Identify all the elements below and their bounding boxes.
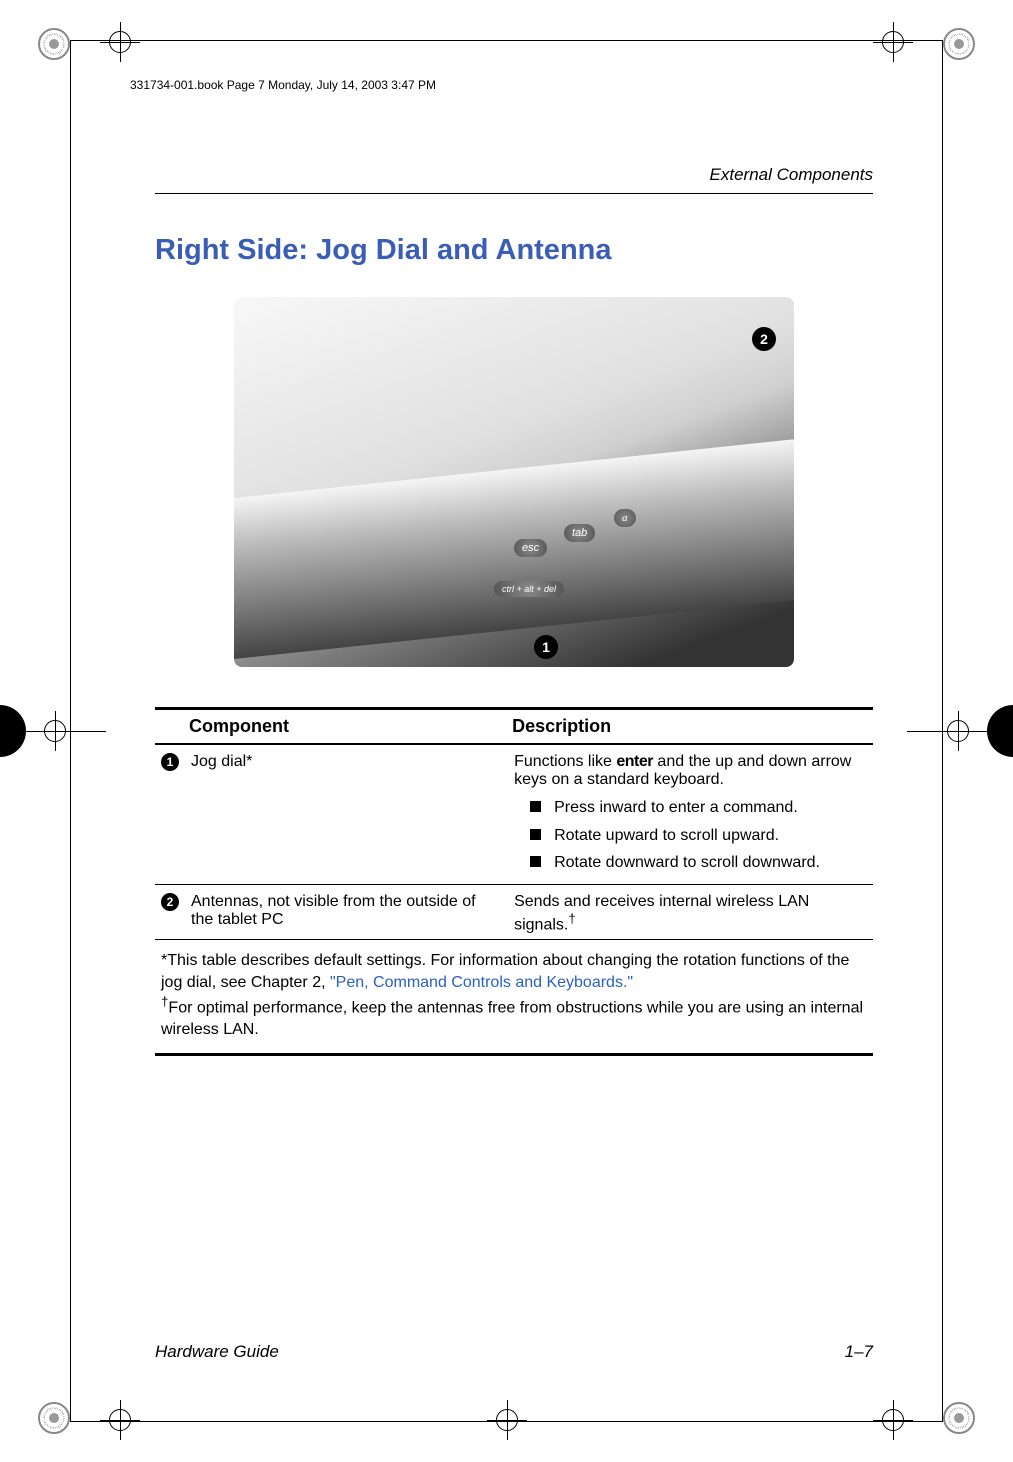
section-title: Right Side: Jog Dial and Antenna: [155, 234, 873, 267]
desc-text: Functions like: [514, 753, 616, 770]
footnote-2-text: For optimal performance, keep the antenn…: [161, 1000, 863, 1039]
dagger-mark: †: [568, 911, 575, 926]
list-item: Press inward to enter a command.: [514, 797, 867, 819]
table-row: 1 Jog dial* Functions like enter and the…: [155, 744, 873, 884]
footer-page-number: 1–7: [845, 1342, 873, 1362]
figure-label-a: a: [614, 509, 636, 527]
cross-reference-link[interactable]: "Pen, Command Controls and Keyboards.": [330, 974, 633, 991]
registration-target-icon: [38, 28, 70, 60]
running-head: External Components: [155, 165, 873, 194]
table-header-row: Component Description: [155, 709, 873, 745]
registration-target-icon: [943, 28, 975, 60]
list-item: Rotate upward to scroll upward.: [514, 825, 867, 847]
crosshair-icon: [35, 711, 75, 751]
page-footer: Hardware Guide 1–7: [155, 1342, 873, 1362]
enter-key-bold: enter: [616, 753, 653, 770]
registration-target-icon: [943, 1402, 975, 1434]
component-table: Component Description 1 Jog dial* Functi…: [155, 707, 873, 1056]
book-header-text: 331734-001.book Page 7 Monday, July 14, …: [130, 78, 436, 92]
row-badge-2: 2: [161, 893, 179, 911]
registration-target-icon: [38, 1402, 70, 1434]
description-antennas: Sends and receives internal wireless LAN…: [508, 885, 873, 939]
desc-text: Sends and receives internal wireless LAN…: [514, 893, 809, 933]
list-item: Rotate downward to scroll downward.: [514, 852, 867, 874]
crosshair-icon: [938, 711, 978, 751]
table-end-rule: [155, 1045, 873, 1055]
table-row: 2 Antennas, not visible from the outside…: [155, 885, 873, 939]
description-jog-dial: Functions like enter and the up and down…: [508, 744, 873, 884]
callout-badge-2: 2: [752, 327, 776, 351]
header-description: Description: [508, 709, 873, 745]
component-jog-dial: Jog dial*: [185, 744, 508, 884]
row-badge-1: 1: [161, 753, 179, 771]
figure-label-ctrl-alt-del: ctrl + alt + del: [494, 581, 564, 597]
footer-left: Hardware Guide: [155, 1342, 279, 1362]
side-crop-mark-right: [987, 705, 1013, 757]
footnote-row: *This table describes default settings. …: [155, 940, 873, 1045]
callout-badge-1: 1: [534, 635, 558, 659]
header-component: Component: [185, 709, 508, 745]
product-figure: esc tab a ctrl + alt + del 1 2: [234, 297, 794, 667]
figure-label-esc: esc: [514, 539, 547, 557]
figure-label-tab: tab: [564, 524, 595, 542]
page-content: External Components Right Side: Jog Dial…: [155, 165, 873, 1056]
component-antennas: Antennas, not visible from the outside o…: [185, 885, 508, 939]
side-crop-mark-left: [0, 705, 26, 757]
bullet-list: Press inward to enter a command. Rotate …: [514, 797, 867, 874]
